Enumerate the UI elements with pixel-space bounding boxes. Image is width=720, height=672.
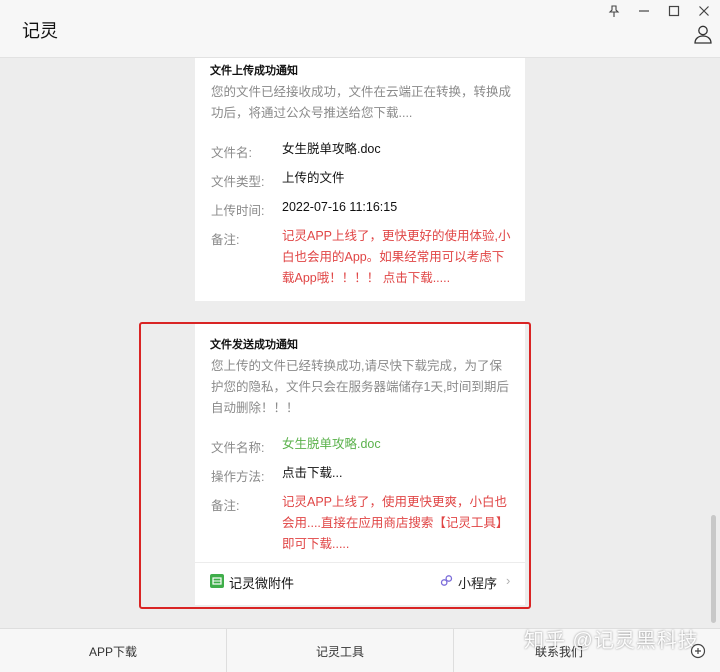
keyboard-toggle-icon[interactable] [690,643,706,659]
file-type-value: 上传的文件 [282,171,345,185]
download-action[interactable]: 点击下载... [282,463,514,484]
minimize-icon[interactable] [633,2,655,20]
watermark: 知乎 @记灵黑科技 [524,630,699,652]
menu-jiling-tools[interactable]: 记灵工具 [227,629,453,672]
file-name-value: 女生脱单攻略.doc [282,142,381,156]
file-name-link[interactable]: 女生脱单攻略.doc [282,434,514,455]
remark-value[interactable]: 记灵APP上线了，使用更快更爽，小白也会用....直接在应用商店搜索【记灵工具】… [282,492,514,555]
card-divider [195,562,525,563]
attachment-app-icon [210,574,224,588]
title-bar: 记灵 [0,0,720,58]
upload-notification-card[interactable]: 文件上传成功通知 您的文件已经接收成功，文件在云端正在转换，转换成功后，将通过公… [195,58,525,301]
card-description: 您的文件已经接收成功，文件在云端正在转换，转换成功后，将通过公众号推送给您下载.… [211,85,512,120]
mini-program-icon [440,574,453,587]
card-description: 您上传的文件已经转换成功,请尽快下载完成，为了保护您的隐私，文件只会在服务器端储… [211,359,509,415]
message-list[interactable]: 文件上传成功通知 您的文件已经接收成功，文件在云端正在转换，转换成功后，将通过公… [0,58,720,628]
field-label: 文件类型: [211,175,265,189]
upload-time-value: 2022-07-16 11:16:15 [282,200,398,214]
close-icon[interactable] [693,2,715,20]
mini-program-label[interactable]: 小程序 [458,573,497,592]
scrollbar-thumb[interactable] [711,515,716,623]
field-label: 文件名称: [211,441,265,455]
send-notification-card[interactable]: 文件发送成功通知 您上传的文件已经转换成功,请尽快下载完成，为了保护您的隐私，文… [195,324,525,605]
field-label: 上传时间: [211,204,265,218]
pin-icon[interactable] [603,2,625,20]
user-profile-icon[interactable] [693,24,713,44]
source-app-name[interactable]: 记灵微附件 [229,573,294,592]
field-label: 备注: [211,499,240,513]
remark-value[interactable]: 记灵APP上线了，更快更好的使用体验,小白也会用的App。如果经常用可以考虑下载… [282,226,514,289]
menu-app-download[interactable]: APP下载 [0,629,226,672]
maximize-icon[interactable] [663,2,685,20]
window-title: 记灵 [22,21,58,41]
field-label: 备注: [211,233,240,247]
field-label: 操作方法: [211,470,265,484]
chevron-right-icon: › [506,573,511,588]
card-title: 文件上传成功通知 [210,65,298,77]
field-label: 文件名: [211,146,252,160]
card-title: 文件发送成功通知 [210,339,298,351]
